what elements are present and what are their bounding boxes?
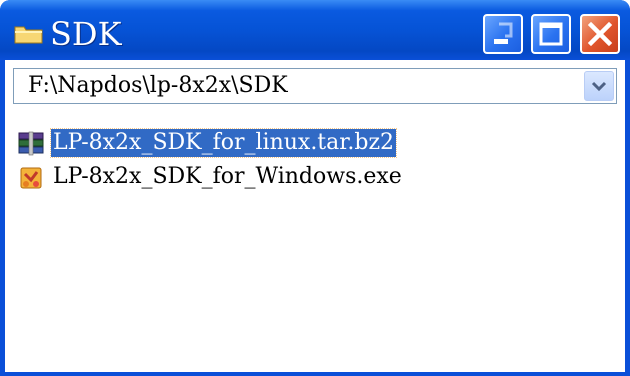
maximize-icon bbox=[539, 22, 563, 46]
close-icon bbox=[587, 21, 613, 47]
title-bar[interactable]: SDK bbox=[0, 0, 630, 60]
window-content: F:\Napdos\lp-8x2x\SDK LP-8x2x_SDK_for_li… bbox=[5, 60, 625, 372]
minimize-button[interactable] bbox=[483, 14, 523, 54]
window-title: SDK bbox=[50, 15, 122, 53]
chevron-down-icon bbox=[591, 81, 607, 92]
archive-icon bbox=[18, 131, 44, 156]
address-dropdown-button[interactable] bbox=[584, 71, 614, 101]
maximize-button[interactable] bbox=[531, 14, 571, 54]
file-name: LP-8x2x_SDK_for_Windows.exe bbox=[53, 164, 402, 189]
minimize-icon bbox=[494, 22, 513, 44]
installer-icon bbox=[20, 167, 42, 189]
address-path[interactable]: F:\Napdos\lp-8x2x\SDK bbox=[28, 73, 288, 99]
close-button[interactable] bbox=[580, 14, 620, 54]
file-name: LP-8x2x_SDK_for_linux.tar.bz2 bbox=[49, 128, 398, 158]
folder-icon bbox=[14, 26, 43, 44]
explorer-window: SDK F:\Napdos\lp-8x2x\SDK LP-8x2x_SDK_fo… bbox=[0, 0, 630, 376]
address-bar[interactable]: F:\Napdos\lp-8x2x\SDK bbox=[13, 68, 617, 104]
